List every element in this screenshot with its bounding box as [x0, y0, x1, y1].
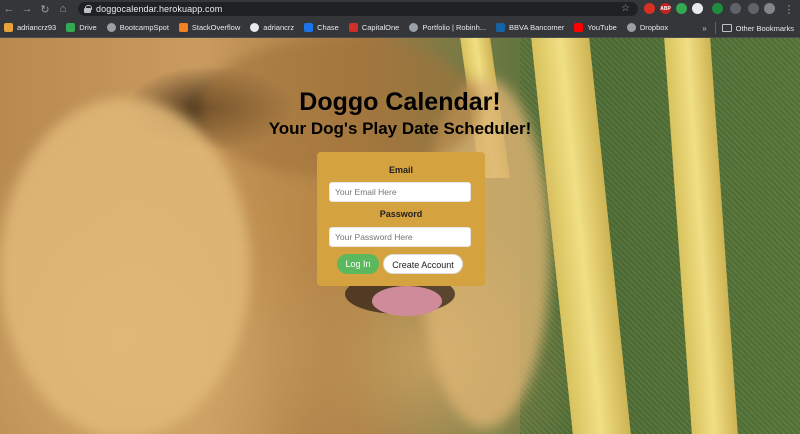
extension-icon[interactable] — [692, 3, 703, 14]
address-bar[interactable]: doggocalendar.herokuapp.com ☆ — [78, 2, 638, 16]
bookmark-label: StackOverflow — [191, 23, 241, 32]
bookmark-item[interactable]: adriancrz — [250, 23, 294, 32]
bookmark-favicon-icon — [4, 23, 13, 32]
bookmark-label: Chase — [317, 23, 339, 32]
extension-icon[interactable] — [712, 3, 723, 14]
background-dog-fur — [0, 98, 250, 434]
kebab-menu-icon[interactable]: ⋮ — [780, 0, 798, 18]
bookmark-item[interactable]: BootcampSpot — [106, 23, 169, 32]
bookmark-item[interactable]: adriancrz93 — [4, 23, 56, 32]
page-title: Doggo Calendar! — [299, 88, 501, 116]
drive-icon — [66, 23, 76, 32]
bookmark-item[interactable]: YouTube — [574, 23, 617, 32]
back-icon[interactable]: ← — [0, 0, 18, 18]
bookmark-label: Portfolio | Robinh... — [422, 23, 487, 32]
password-label: Password — [379, 209, 423, 219]
bookmark-label: adriancrz — [263, 23, 295, 32]
forward-icon[interactable]: → — [18, 0, 36, 18]
email-label: Email — [388, 165, 413, 175]
bookmark-label: CapitalOne — [361, 23, 400, 32]
bookmark-item[interactable]: Portfolio | Robinh... — [409, 23, 486, 32]
folder-icon — [721, 24, 732, 32]
bbva-icon — [496, 23, 506, 32]
chase-icon — [304, 23, 314, 32]
bookmark-item[interactable]: Dropbox — [626, 23, 669, 32]
youtube-icon — [574, 23, 584, 32]
bookmark-label: Drive — [79, 23, 97, 32]
home-icon[interactable]: ⌂ — [54, 0, 72, 18]
bookmark-item[interactable]: BBVA Bancomer — [496, 23, 564, 32]
stackoverflow-icon — [178, 23, 188, 32]
bookmark-label: BootcampSpot — [119, 23, 169, 32]
bookmark-item[interactable]: CapitalOne — [348, 23, 400, 32]
bookmark-item[interactable]: Drive — [66, 23, 97, 32]
globe-icon — [409, 23, 419, 32]
bookmark-item[interactable]: Chase — [304, 23, 339, 32]
browser-toolbar: ← → ↻ ⌂ doggocalendar.herokuapp.com ☆ AB… — [0, 0, 800, 18]
email-field[interactable] — [329, 182, 471, 202]
extension-icon[interactable] — [644, 3, 655, 14]
avatar[interactable] — [764, 3, 775, 14]
globe-icon — [626, 23, 636, 32]
bookmark-star-icon[interactable]: ☆ — [621, 2, 630, 16]
extension-icon[interactable] — [730, 3, 741, 14]
other-bookmarks[interactable]: Other Bookmarks — [721, 23, 794, 33]
url-text: doggocalendar.herokuapp.com — [96, 4, 223, 14]
bookmark-item[interactable]: StackOverflow — [178, 23, 241, 32]
shield-extension-icon[interactable] — [676, 3, 687, 14]
capitalone-icon — [348, 23, 358, 32]
globe-icon — [106, 23, 116, 32]
divider — [714, 22, 716, 34]
create-account-button[interactable]: Create Account — [383, 254, 463, 274]
more-bookmarks-icon[interactable]: » — [702, 24, 706, 33]
github-icon — [250, 23, 260, 32]
password-field[interactable] — [329, 227, 471, 247]
bookmark-label: adriancrz93 — [17, 23, 57, 32]
login-button[interactable]: Log In — [337, 254, 379, 274]
puzzle-icon[interactable] — [748, 3, 759, 14]
page-viewport: Doggo Calendar! Your Dog's Play Date Sch… — [0, 38, 800, 434]
background-dog-tongue — [372, 286, 442, 316]
lock-icon — [84, 5, 92, 13]
bookmark-label: YouTube — [587, 23, 617, 32]
other-bookmarks-label: Other Bookmarks — [735, 23, 794, 33]
bookmark-label: Dropbox — [639, 23, 669, 32]
reload-icon[interactable]: ↻ — [36, 0, 54, 18]
login-card: Email Password Log In Create Account — [317, 152, 485, 286]
page-subtitle: Your Dog's Play Date Scheduler! — [268, 119, 532, 138]
bookmarks-bar: adriancrz93 Drive BootcampSpot StackOver… — [0, 18, 800, 38]
bookmark-label: BBVA Bancomer — [509, 23, 565, 32]
adblock-icon[interactable]: ABP — [660, 3, 671, 14]
